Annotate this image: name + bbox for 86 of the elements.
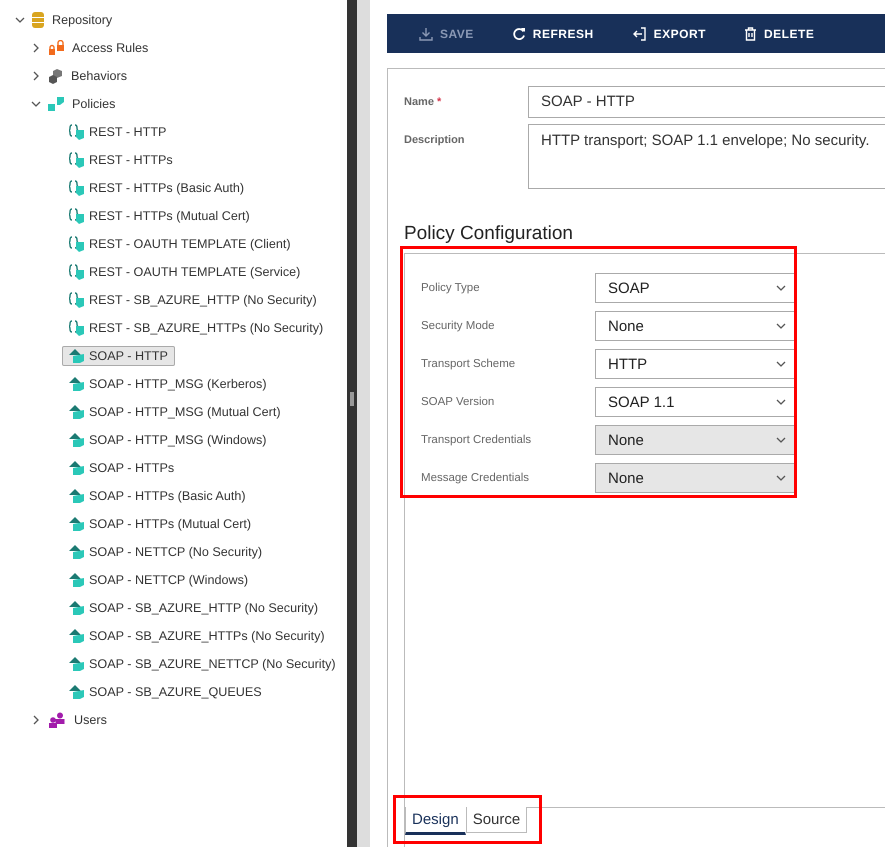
toolbar-button[interactable]: EXPORT — [632, 26, 706, 40]
soap-policy-icon — [69, 545, 85, 559]
toolbar-button[interactable]: REFRESH — [512, 26, 594, 40]
toolbar-button[interactable]: DELETE — [744, 26, 814, 40]
dropdown[interactable]: SOAP — [595, 273, 795, 303]
chevron-down-icon[interactable] — [776, 321, 786, 331]
braces-document-icon — [69, 264, 85, 280]
tree-item[interactable]: SOAP - SB_AZURE_QUEUES — [62, 682, 269, 702]
section-title: Policy Configuration — [404, 223, 574, 245]
field-label: Transport Scheme — [421, 358, 516, 370]
soap-policy-icon — [69, 517, 85, 531]
tree-item[interactable]: SOAP - SB_AZURE_HTTP (No Security) — [62, 598, 326, 618]
soap-policy-icon — [69, 377, 85, 391]
braces-document-icon — [69, 320, 85, 336]
dropdown[interactable]: HTTP — [595, 349, 795, 379]
export-icon — [632, 26, 647, 40]
field-label: Transport Credentials — [421, 434, 532, 446]
tree-item[interactable]: SOAP - HTTP_MSG (Windows) — [62, 430, 274, 450]
tree-item[interactable]: SOAP - HTTPs (Mutual Cert) — [62, 514, 258, 534]
braces-document-icon — [69, 236, 85, 252]
tree-item[interactable]: Users — [69, 709, 114, 731]
tree-item[interactable]: REST - HTTPs — [62, 149, 180, 171]
tree-item[interactable]: SOAP - HTTPs — [62, 458, 182, 478]
dropdown[interactable]: SOAP 1.1 — [595, 387, 795, 417]
soap-policy-icon — [69, 405, 85, 419]
tree-item[interactable]: Behaviors — [66, 65, 134, 87]
soap-policy-icon — [69, 461, 85, 475]
tab[interactable]: Source — [466, 807, 528, 833]
tree-item[interactable]: SOAP - HTTPs (Basic Auth) — [62, 486, 253, 506]
lock-icon — [48, 40, 64, 56]
soap-policy-icon — [69, 629, 85, 643]
soap-policy-icon — [69, 573, 85, 587]
description-field[interactable]: HTTP transport; SOAP 1.1 envelope; No security. — [528, 124, 885, 189]
policies-icon — [48, 96, 64, 112]
soap-policy-icon — [69, 433, 85, 447]
tree-item[interactable]: SOAP - NETTCP (No Security) — [62, 542, 270, 562]
chevron-down-icon[interactable] — [15, 15, 25, 25]
tree-item[interactable]: Policies — [67, 93, 122, 115]
tree-item[interactable]: SOAP - HTTP_MSG (Mutual Cert) — [62, 402, 288, 422]
chevron-right-icon[interactable] — [31, 71, 41, 81]
soap-policy-icon — [69, 685, 85, 699]
soap-policy-icon — [69, 349, 85, 363]
field-label: Security Mode — [421, 320, 496, 332]
braces-document-icon — [69, 124, 85, 140]
tree-item[interactable]: REST - SB_AZURE_HTTPs (No Security) — [62, 317, 330, 339]
tree-item[interactable]: SOAP - SB_AZURE_HTTPs (No Security) — [62, 626, 332, 646]
tree-item[interactable]: SOAP - HTTP — [62, 346, 175, 366]
tree-item[interactable]: Access Rules — [67, 37, 156, 59]
field-label: SOAP Version — [421, 396, 496, 408]
soap-policy-icon — [69, 489, 85, 503]
soap-policy-icon — [69, 657, 85, 671]
tree-item[interactable]: REST - OAUTH TEMPLATE (Service) — [62, 261, 308, 283]
splitter-grip[interactable] — [350, 392, 354, 406]
tree-item[interactable]: Repository — [47, 9, 120, 31]
chevron-right-icon[interactable] — [31, 43, 41, 53]
chevron-right-icon[interactable] — [31, 715, 41, 725]
tab[interactable]: Design — [405, 807, 466, 835]
tree-item[interactable]: REST - HTTP — [62, 121, 174, 143]
tree-item[interactable]: SOAP - SB_AZURE_NETTCP (No Security) — [62, 654, 343, 674]
tree-item[interactable]: SOAP - HTTP_MSG (Kerberos) — [62, 374, 274, 394]
tree-item[interactable]: REST - SB_AZURE_HTTP (No Security) — [62, 289, 324, 311]
refresh-icon — [512, 26, 526, 40]
field-label: Description — [404, 133, 466, 146]
chevron-down-icon[interactable] — [776, 359, 786, 369]
tree-item[interactable]: REST - HTTPs (Basic Auth) — [62, 177, 252, 199]
field-label: Policy Type — [421, 282, 481, 294]
braces-document-icon — [69, 180, 85, 196]
trash-icon — [744, 26, 757, 40]
field-label: Message Credentials — [421, 472, 530, 484]
tree-item[interactable]: SOAP - NETTCP (Windows) — [62, 570, 256, 590]
braces-document-icon — [69, 292, 85, 308]
name-field[interactable]: SOAP - HTTP — [528, 86, 885, 118]
cubes-icon — [48, 68, 63, 84]
braces-document-icon — [69, 152, 85, 168]
soap-policy-icon — [69, 601, 85, 615]
chevron-down-icon[interactable] — [776, 283, 786, 293]
database-icon — [32, 12, 44, 28]
dropdown[interactable]: None — [595, 311, 795, 341]
braces-document-icon — [69, 208, 85, 224]
tree-item[interactable]: REST - OAUTH TEMPLATE (Client) — [62, 233, 298, 255]
chevron-down-icon[interactable] — [776, 397, 786, 407]
chevron-down-icon[interactable] — [31, 99, 41, 109]
tree-item[interactable]: REST - HTTPs (Mutual Cert) — [62, 205, 257, 227]
field-label: Name * — [404, 95, 442, 108]
download-icon — [419, 26, 433, 40]
users-icon — [48, 712, 66, 728]
